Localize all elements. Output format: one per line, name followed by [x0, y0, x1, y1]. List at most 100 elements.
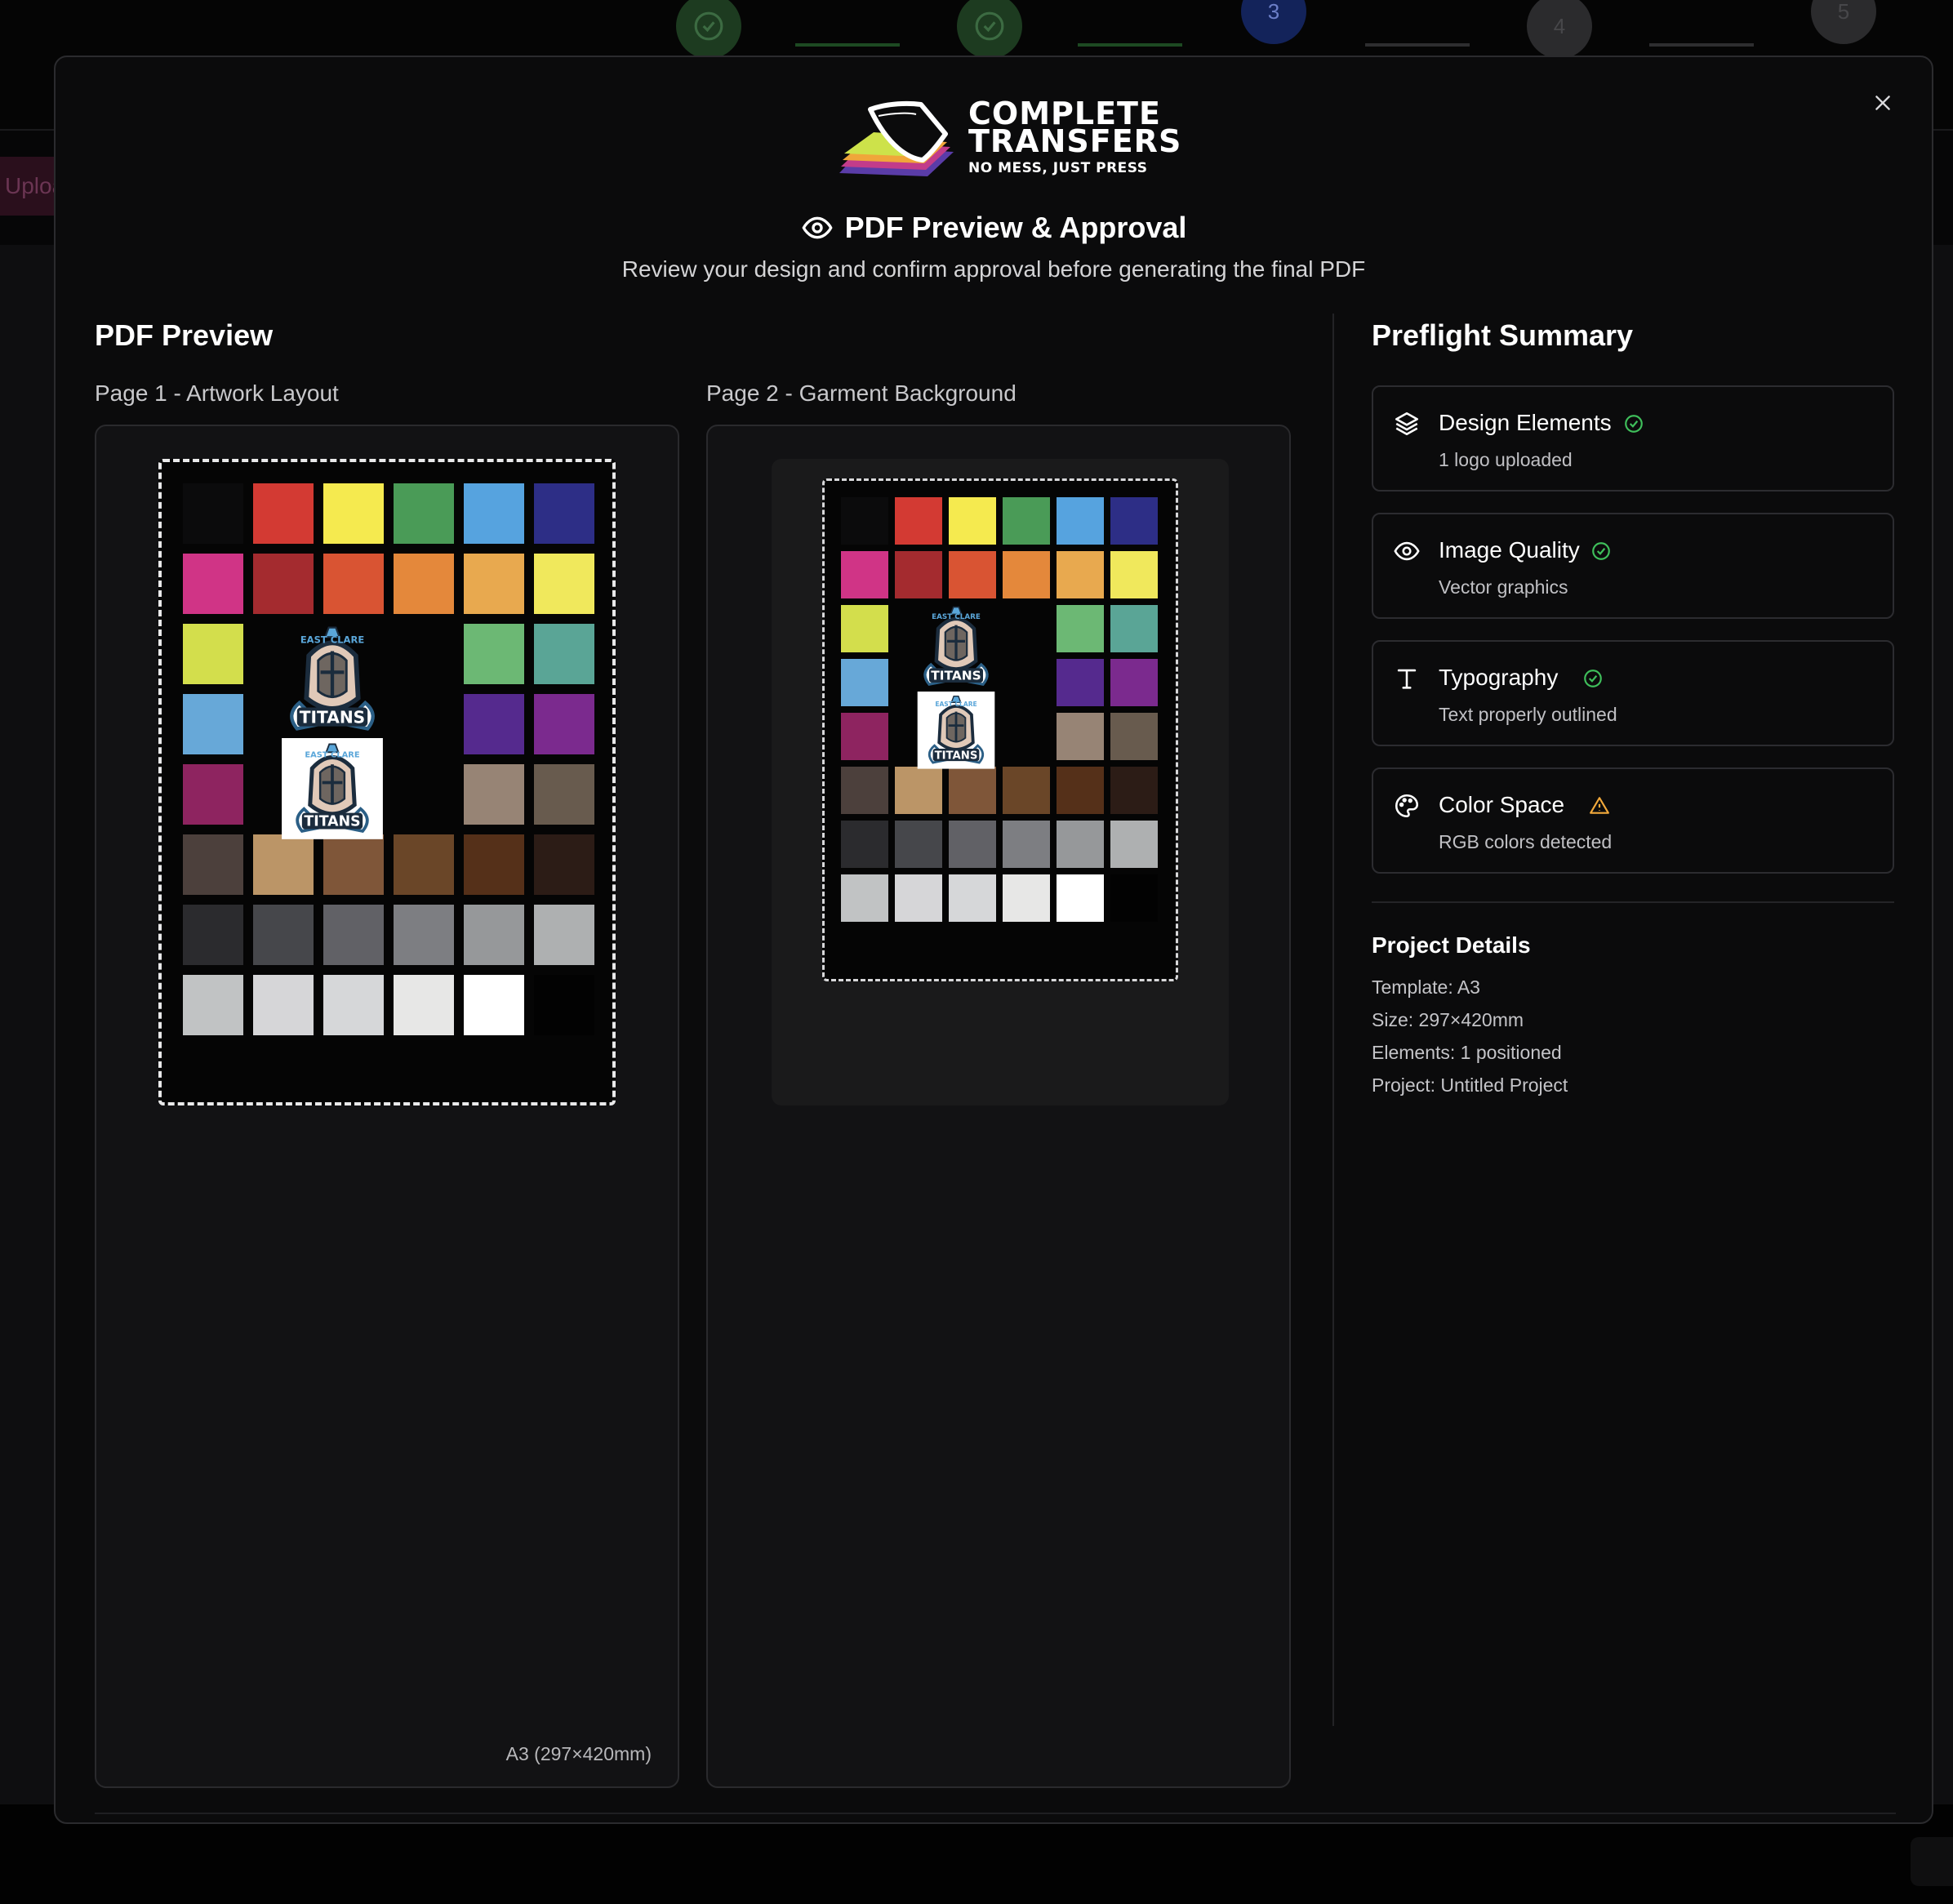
color-swatch	[1057, 605, 1104, 652]
color-swatch	[949, 551, 996, 598]
svg-text:EAST CLARE: EAST CLARE	[305, 751, 360, 760]
eye-icon	[802, 216, 833, 239]
svg-text:EAST CLARE: EAST CLARE	[300, 634, 365, 645]
color-swatch	[464, 905, 524, 965]
color-swatch	[183, 905, 243, 965]
pdf-preview-modal: COMPLETE TRANSFERS NO MESS, JUST PRESS P…	[54, 56, 1933, 1824]
modal-subtitle: Review your design and confirm approval …	[621, 256, 1366, 282]
color-swatch	[394, 834, 454, 895]
color-swatch	[949, 767, 996, 814]
titans-logo-transparent[interactable]: EAST CLARE TITANS	[274, 621, 391, 742]
preflight-item-desc: Text properly outlined	[1439, 704, 1617, 725]
svg-text:TITANS: TITANS	[931, 669, 981, 683]
titans-logo: EAST CLARE TITANS	[290, 626, 375, 731]
color-swatch	[253, 975, 314, 1035]
preflight-item-title: Typography	[1439, 665, 1559, 690]
color-swatch	[1057, 874, 1104, 922]
close-button[interactable]	[1865, 85, 1901, 121]
column-divider	[1332, 314, 1334, 1726]
artwork-canvas: EAST CLARE TITANS EAST CLARE TITANS	[158, 459, 616, 1105]
color-swatch	[394, 905, 454, 965]
color-swatch	[841, 874, 888, 922]
color-swatch	[895, 497, 942, 545]
color-swatch	[534, 624, 594, 684]
color-swatch	[1057, 659, 1104, 706]
color-swatch	[895, 821, 942, 868]
color-swatch	[1057, 551, 1104, 598]
color-swatch	[323, 834, 384, 895]
preflight-item-color-space: Color Space RGB colors detected	[1372, 767, 1894, 874]
upload-tab[interactable]: Upload	[0, 157, 62, 216]
step-number: 5	[1837, 0, 1850, 24]
step-connector	[795, 43, 900, 47]
color-swatch	[949, 821, 996, 868]
project-elements: Elements: 1 positioned	[1372, 1042, 1562, 1063]
step-number: 4	[1553, 13, 1566, 38]
eye-icon[interactable]	[1911, 1837, 1953, 1886]
color-swatch	[841, 821, 888, 868]
check-circle-icon	[694, 11, 723, 41]
brand-tagline: NO MESS, JUST PRESS	[968, 160, 1148, 176]
color-swatch	[841, 713, 888, 760]
color-swatch	[1110, 659, 1158, 706]
svg-text:TITANS: TITANS	[300, 707, 365, 727]
color-swatch	[534, 834, 594, 895]
pdf-preview-heading: PDF Preview	[95, 318, 274, 352]
color-swatch	[394, 975, 454, 1035]
color-swatch	[464, 554, 524, 614]
titans-logo-white-bg[interactable]: EAST CLARE TITANS	[274, 738, 391, 843]
titans-logo: EAST CLARE TITANS	[282, 738, 384, 839]
color-swatch	[323, 975, 384, 1035]
color-swatch	[841, 605, 888, 652]
svg-text:EAST CLARE: EAST CLARE	[932, 613, 981, 621]
color-swatch	[1110, 551, 1158, 598]
preflight-item-design-elements: Design Elements 1 logo uploaded	[1372, 385, 1894, 492]
section-divider	[1372, 901, 1894, 903]
svg-text:EAST CLARE: EAST CLARE	[935, 701, 976, 708]
color-swatch	[895, 551, 942, 598]
step-connector	[1365, 43, 1470, 47]
color-swatch	[253, 554, 314, 614]
color-swatch	[464, 694, 524, 754]
layers-icon	[1395, 411, 1419, 436]
preflight-item-title: Image Quality	[1439, 537, 1580, 563]
color-swatch	[1110, 874, 1158, 922]
preflight-item-typography: Typography Text properly outlined	[1372, 640, 1894, 746]
titans-logo-transparent[interactable]: EAST CLARE TITANS	[911, 602, 1001, 696]
color-swatch	[1003, 551, 1050, 598]
preflight-item-desc: RGB colors detected	[1439, 831, 1613, 852]
svg-text:TITANS: TITANS	[305, 814, 361, 830]
color-swatch	[183, 483, 243, 544]
footer-divider	[95, 1813, 1896, 1814]
color-swatch	[323, 554, 384, 614]
color-swatch	[394, 483, 454, 544]
preflight-item-image-quality: Image Quality Vector graphics	[1372, 513, 1894, 619]
page2-label: Page 2 - Garment Background	[706, 380, 1017, 406]
color-swatch	[841, 767, 888, 814]
color-swatch	[1057, 713, 1104, 760]
color-swatch	[183, 694, 243, 754]
color-swatch	[323, 483, 384, 544]
color-swatch	[534, 694, 594, 754]
color-swatch	[1110, 821, 1158, 868]
color-swatch	[1110, 767, 1158, 814]
color-swatch	[1003, 874, 1050, 922]
page2-preview: EAST CLARE TITANS EAST CLARE TITANS	[706, 425, 1291, 1788]
check-circle-icon	[1625, 415, 1643, 433]
color-swatch	[1110, 605, 1158, 652]
color-swatch	[183, 834, 243, 895]
step-number: 3	[1267, 0, 1280, 24]
page-size-label: A3 (297×420mm)	[505, 1743, 652, 1764]
preflight-item-desc: Vector graphics	[1439, 576, 1568, 598]
page1-label: Page 1 - Artwork Layout	[95, 380, 339, 406]
garment-background: EAST CLARE TITANS EAST CLARE TITANS	[772, 459, 1229, 1105]
color-swatch	[183, 624, 243, 684]
color-swatch	[1110, 713, 1158, 760]
color-swatch	[253, 834, 314, 895]
modal-title-row: PDF Preview & Approval	[56, 211, 1932, 245]
color-swatch	[534, 764, 594, 825]
color-swatch	[464, 624, 524, 684]
color-swatch	[895, 874, 942, 922]
titans-logo-white-bg[interactable]: EAST CLARE TITANS	[911, 692, 1001, 773]
color-swatch	[1057, 497, 1104, 545]
